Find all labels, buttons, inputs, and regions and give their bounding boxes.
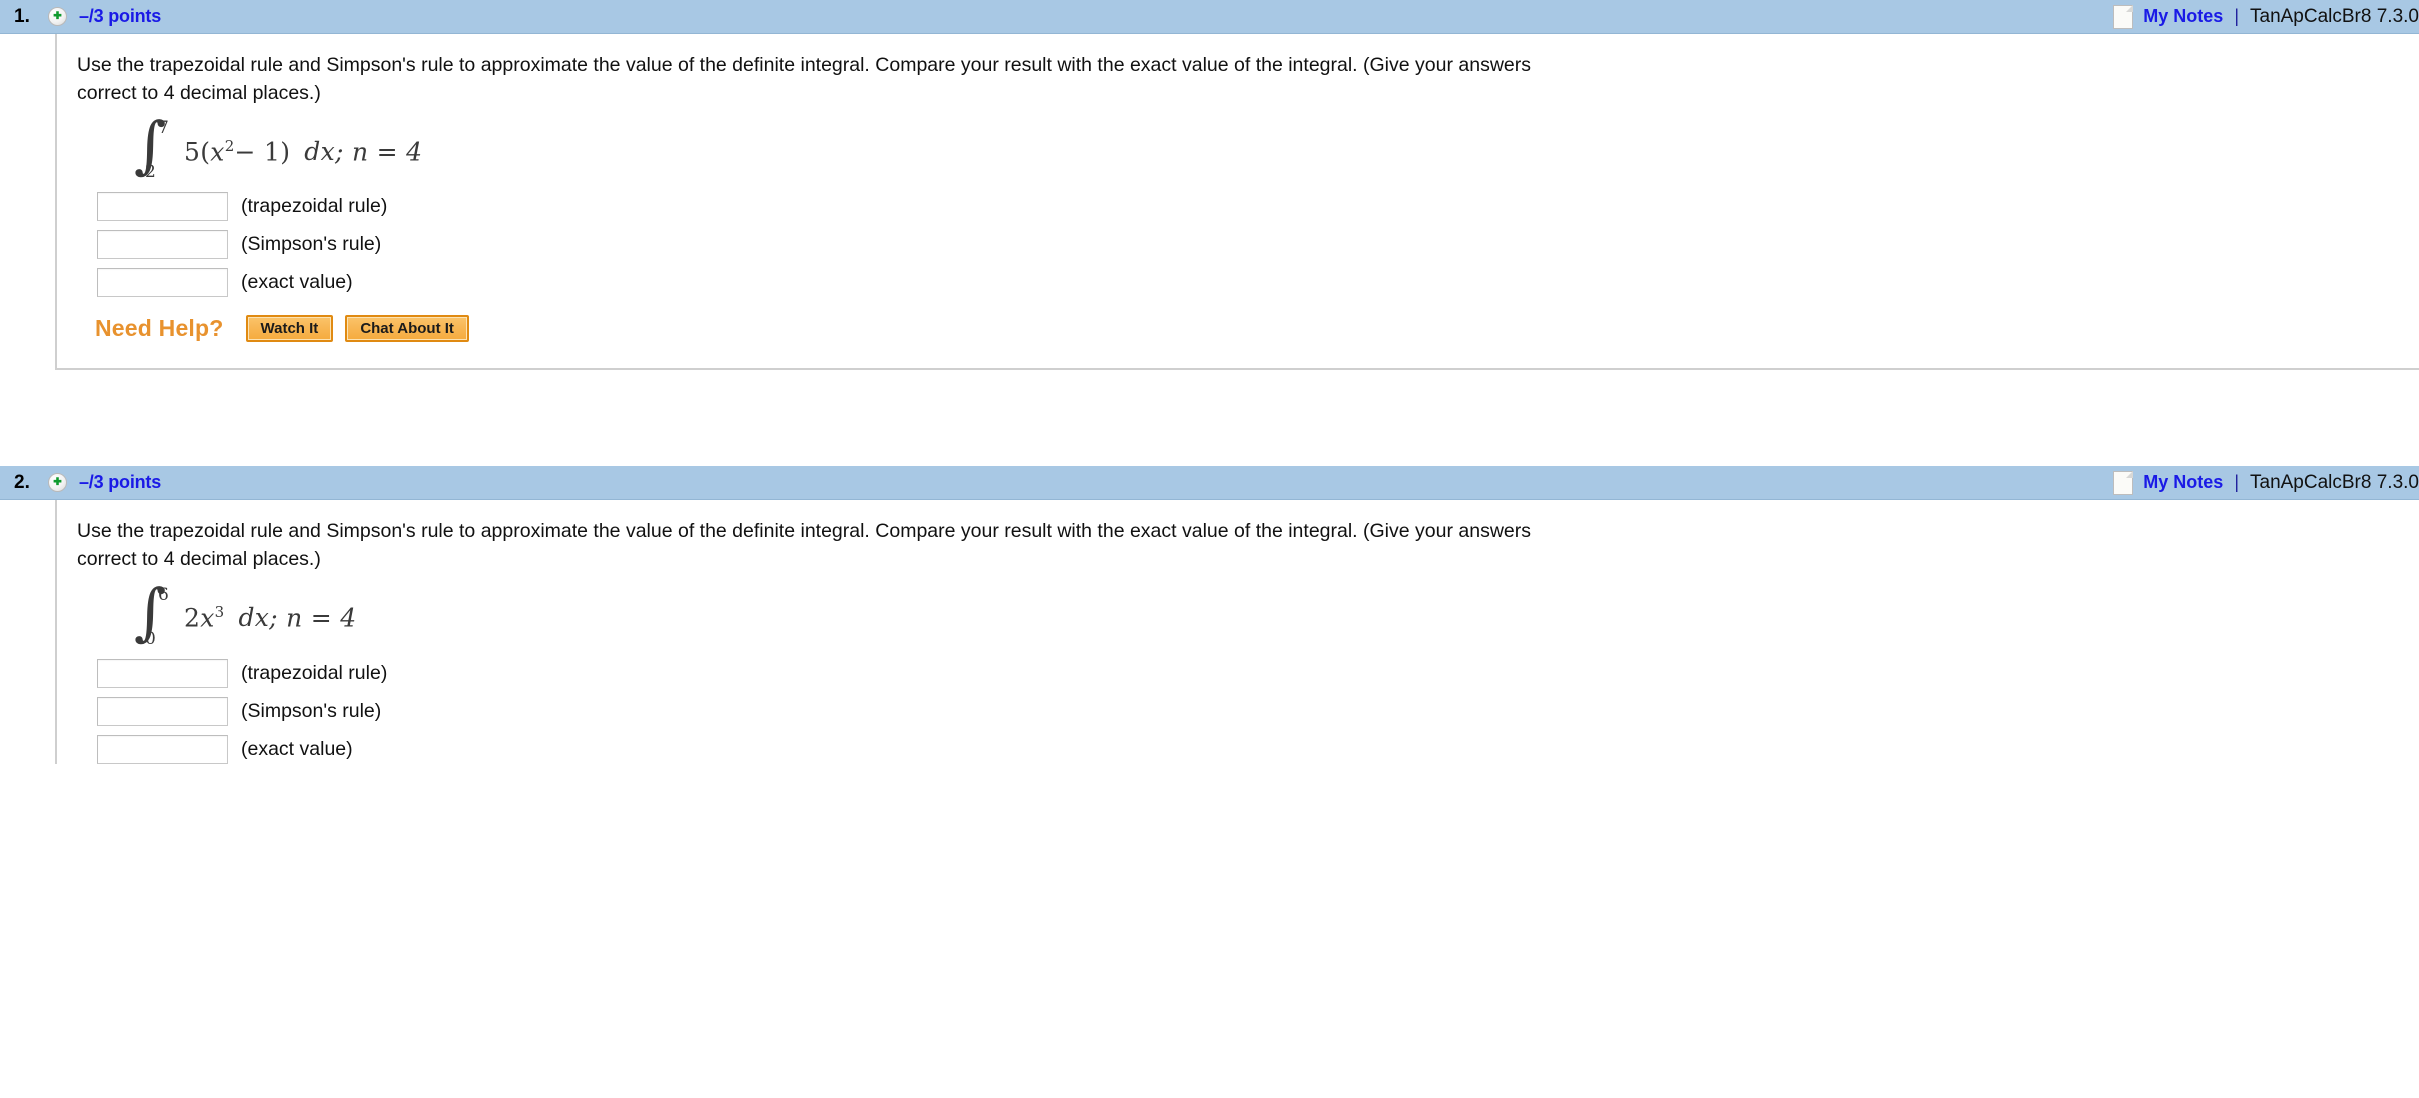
exact-value-label: (exact value) <box>241 737 353 760</box>
question-body-1: Use the trapezoidal rule and Simpson's r… <box>55 34 2419 371</box>
chat-about-it-button[interactable]: Chat About It <box>345 315 469 343</box>
integral-lower-limit: 2 <box>145 162 156 183</box>
simpsons-rule-input[interactable] <box>97 696 228 726</box>
answer-row-simpson-2: (Simpson's rule) <box>97 696 2419 726</box>
n-value-label: n = 4 <box>286 603 357 633</box>
exact-value-input[interactable] <box>97 734 228 764</box>
answer-row-trapezoidal-1: (trapezoidal rule) <box>97 192 2419 222</box>
plus-circle-icon[interactable] <box>48 7 67 26</box>
integrand-coefficient: 2 <box>184 603 201 633</box>
header-separator: | <box>2234 472 2239 493</box>
differential-dx: dx; <box>238 603 278 633</box>
question-header-left-2: 2. –/3 points <box>0 472 161 494</box>
points-label: –/3 points <box>79 6 162 26</box>
need-help-row-1: Need Help? Watch It Chat About It <box>95 315 2419 343</box>
exact-value-label: (exact value) <box>241 271 353 294</box>
integrand-exponent: 3 <box>214 602 225 621</box>
integrand-exponent: 2 <box>224 136 235 155</box>
question-number: 2. <box>14 471 30 493</box>
question-header-right-2: My Notes | TanApCalcBr8 7.3.0 <box>2113 466 2419 499</box>
section-gap <box>0 370 2419 467</box>
integral-upper-limit: 6 <box>158 584 169 605</box>
integral-symbol-icon: ∫ 7 2 <box>132 114 174 183</box>
n-value-label: n = 4 <box>351 136 423 166</box>
trapezoidal-rule-input[interactable] <box>97 658 228 688</box>
integrand-coefficient: 5 <box>184 136 201 166</box>
note-page-icon[interactable] <box>2113 4 2134 29</box>
differential-dx: dx; <box>304 136 344 166</box>
exact-value-input[interactable] <box>97 268 228 298</box>
simpsons-rule-input[interactable] <box>97 230 228 260</box>
integrand-open-paren: ( <box>200 136 211 166</box>
integrand-minus-term: − 1 <box>234 136 281 166</box>
integral-symbol-icon: ∫ 6 0 <box>132 580 174 649</box>
answer-row-exact-2: (exact value) <box>97 734 2419 764</box>
trapezoidal-rule-input[interactable] <box>97 192 228 222</box>
integral-lower-limit: 0 <box>145 628 156 649</box>
question-header-right-1: My Notes | TanApCalcBr8 7.3.0 <box>2113 0 2419 33</box>
question-body-2: Use the trapezoidal rule and Simpson's r… <box>55 500 2419 764</box>
note-page-icon[interactable] <box>2113 470 2134 495</box>
integrand-variable: x <box>200 603 215 633</box>
question-header-2: 2. –/3 points My Notes | TanApCalcBr8 7.… <box>0 466 2419 501</box>
simpsons-rule-label: (Simpson's rule) <box>241 233 382 256</box>
header-separator: | <box>2234 6 2239 26</box>
integrand-variable: x <box>210 136 225 166</box>
question-prompt-line2: correct to 4 decimal places.) <box>77 82 321 105</box>
question-header-1: 1. –/3 points My Notes | TanApCalcBr8 7.… <box>0 0 2419 34</box>
math-expression-2: ∫ 6 0 2x3 dx; n = 4 <box>132 580 2419 649</box>
points-label: –/3 points <box>79 472 162 493</box>
question-prompt-line1: Use the trapezoidal rule and Simpson's r… <box>77 54 1531 76</box>
integrand-close-paren: ) <box>280 136 291 166</box>
question-block-1: 1. –/3 points My Notes | TanApCalcBr8 7.… <box>0 0 2419 371</box>
trapezoidal-rule-label: (trapezoidal rule) <box>241 661 388 684</box>
answer-row-trapezoidal-2: (trapezoidal rule) <box>97 658 2419 688</box>
math-expression-1: ∫ 7 2 5(x2− 1) dx; n = 4 <box>132 114 2419 183</box>
integrand-expression: 5(x2− 1) dx; n = 4 <box>184 137 422 166</box>
book-code-label: TanApCalcBr8 7.3.0 <box>2250 471 2419 493</box>
my-notes-link[interactable]: My Notes <box>2143 6 2223 27</box>
my-notes-link[interactable]: My Notes <box>2143 472 2223 493</box>
plus-circle-icon[interactable] <box>48 473 67 493</box>
simpsons-rule-label: (Simpson's rule) <box>241 699 382 722</box>
book-code-label: TanApCalcBr8 7.3.0 <box>2250 5 2419 27</box>
question-prompt-line2: correct to 4 decimal places.) <box>77 548 321 571</box>
question-block-2: 2. –/3 points My Notes | TanApCalcBr8 7.… <box>0 466 2419 764</box>
answer-row-simpson-1: (Simpson's rule) <box>97 230 2419 260</box>
trapezoidal-rule-label: (trapezoidal rule) <box>241 195 388 218</box>
need-help-label: Need Help? <box>95 315 224 342</box>
integral-upper-limit: 7 <box>158 118 169 139</box>
integrand-expression: 2x3 dx; n = 4 <box>184 603 357 632</box>
watch-it-button[interactable]: Watch It <box>245 315 334 343</box>
question-prompt-line1: Use the trapezoidal rule and Simpson's r… <box>77 520 1531 543</box>
question-number: 1. <box>14 5 30 27</box>
question-header-left-1: 1. –/3 points <box>0 6 161 28</box>
answer-row-exact-1: (exact value) <box>97 268 2419 298</box>
